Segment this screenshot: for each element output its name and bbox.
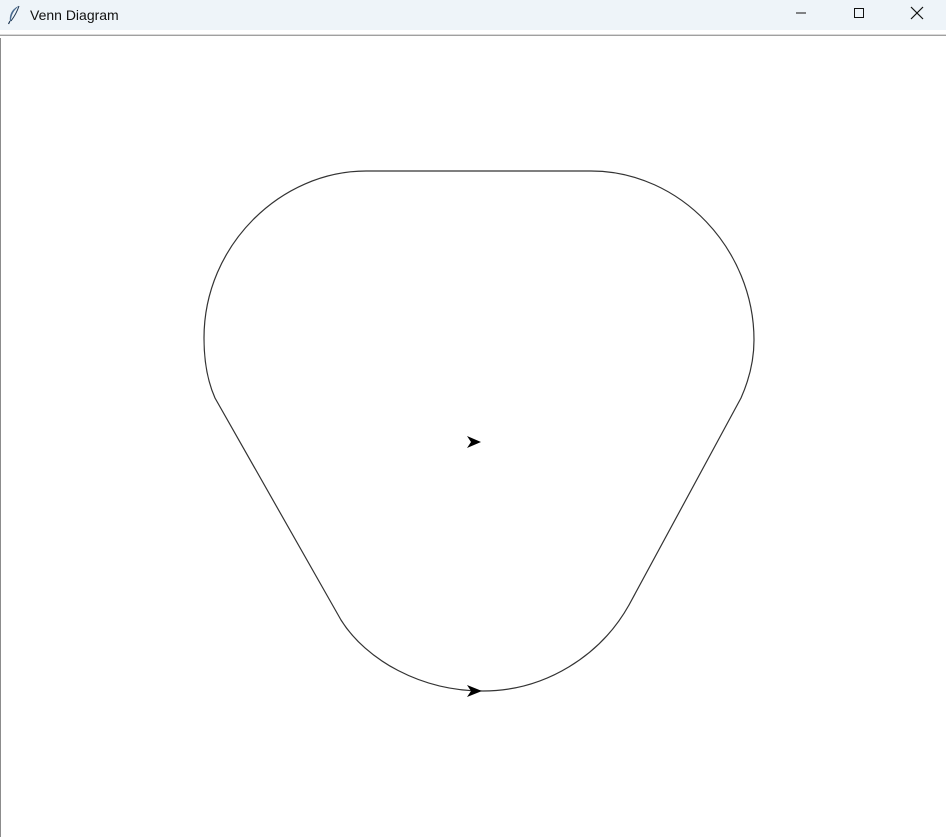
drawing-canvas[interactable] [0, 38, 946, 837]
rounded-triangle-shape [203, 170, 755, 692]
window-controls [772, 0, 946, 30]
arrow-cursor-icon [467, 436, 481, 448]
maximize-icon [853, 6, 865, 24]
minimize-button[interactable] [772, 0, 830, 30]
title-divider [0, 30, 946, 38]
close-button[interactable] [888, 0, 946, 30]
window-title: Venn Diagram [30, 7, 119, 23]
close-icon [910, 6, 924, 25]
feather-icon [6, 5, 22, 25]
canvas-drawing [203, 170, 755, 697]
maximize-button[interactable] [830, 0, 888, 30]
minimize-icon [795, 6, 807, 24]
app-window: Venn Diagram [0, 0, 946, 837]
title-bar[interactable]: Venn Diagram [0, 0, 946, 30]
